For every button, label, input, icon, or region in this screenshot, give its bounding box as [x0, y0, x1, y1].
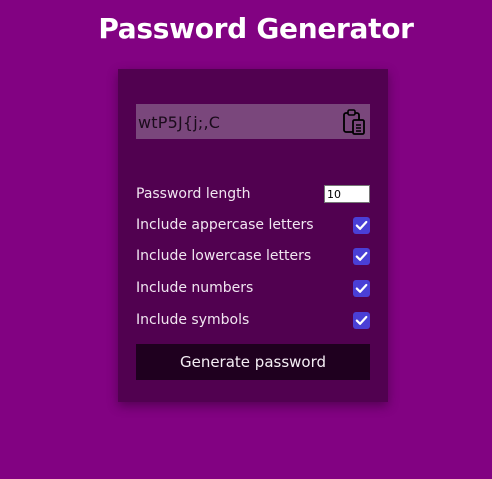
uppercase-label: Include appercase letters	[136, 217, 314, 233]
uppercase-row: Include appercase letters	[136, 215, 370, 237]
copy-to-clipboard-button[interactable]	[341, 107, 367, 137]
numbers-label: Include numbers	[136, 280, 254, 296]
uppercase-checkbox[interactable]	[353, 217, 370, 234]
numbers-row: Include numbers	[136, 278, 370, 300]
symbols-row: Include symbols	[136, 310, 370, 332]
numbers-checkbox[interactable]	[353, 280, 370, 297]
symbols-label: Include symbols	[136, 312, 250, 328]
checkmark-icon	[355, 283, 368, 293]
checkmark-icon	[355, 315, 368, 325]
length-row: Password length	[136, 184, 370, 206]
lowercase-label: Include lowercase letters	[136, 248, 312, 264]
length-label: Password length	[136, 186, 251, 202]
clipboard-icon	[343, 109, 365, 135]
password-result: wtP5J{j;,C	[136, 104, 370, 139]
symbols-checkbox[interactable]	[353, 312, 370, 329]
generate-password-button[interactable]: Generate password	[136, 344, 370, 380]
length-input[interactable]	[324, 185, 370, 203]
checkmark-icon	[355, 220, 368, 230]
generator-card: wtP5J{j;,C Password length Include apper…	[118, 69, 388, 402]
page-title: Password Generator	[98, 12, 414, 45]
password-text: wtP5J{j;,C	[138, 113, 221, 132]
lowercase-row: Include lowercase letters	[136, 246, 370, 268]
lowercase-checkbox[interactable]	[353, 248, 370, 265]
checkmark-icon	[355, 251, 368, 261]
